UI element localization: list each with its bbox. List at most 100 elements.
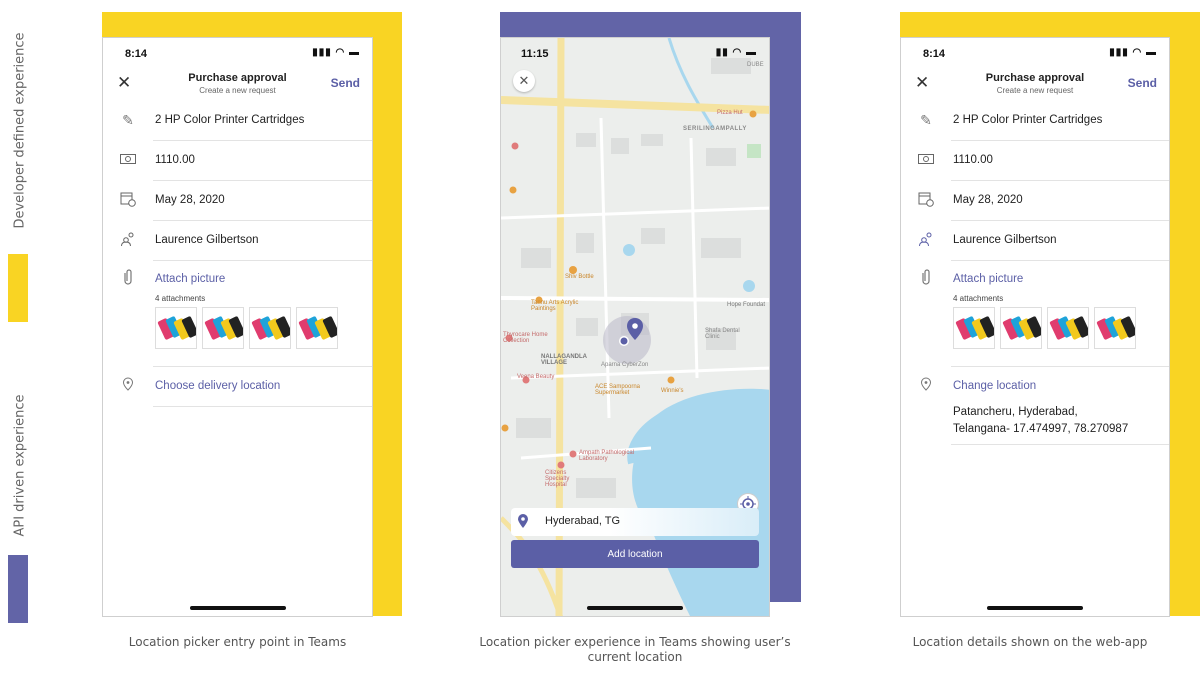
form-header: ✕ Purchase approval Create a new request… <box>901 66 1169 100</box>
map-label: ACE Sampoorna Supermarket <box>595 384 641 396</box>
paperclip-icon <box>917 269 935 287</box>
attach-field[interactable]: Attach picture 4 attachments <box>103 261 372 367</box>
phone3-caption: Location details shown on the web-app <box>912 635 1148 649</box>
phone1-screen: 8:14 ▮▮▮ ◠ ▬ ✕ Purchase approval Create … <box>102 37 373 617</box>
attachment-thumbnail[interactable] <box>1047 307 1089 349</box>
api-driven-label: API driven experience <box>12 393 28 537</box>
close-icon[interactable]: ✕ <box>513 70 535 92</box>
attachment-thumbnail[interactable] <box>249 307 291 349</box>
attach-field[interactable]: Attach picture 4 attachments <box>901 261 1169 367</box>
api-driven-bar <box>8 555 28 623</box>
api-driven-label-container: API driven experience <box>0 385 40 545</box>
attachment-thumbnail[interactable] <box>296 307 338 349</box>
people-icon <box>119 231 137 249</box>
map-label: Veena Beauty <box>517 374 555 380</box>
date-field[interactable]: May 28, 2020 <box>901 181 1169 221</box>
person-value: Laurence Gilbertson <box>155 234 259 246</box>
status-bar: 8:14 ▮▮▮ ◠ ▬ <box>901 38 1169 66</box>
people-icon <box>917 231 935 249</box>
attachment-thumbnail[interactable] <box>953 307 995 349</box>
status-time: 8:14 <box>125 48 148 60</box>
amount-value: 1110.00 <box>953 154 993 166</box>
phone2-caption: Location picker experience in Teams show… <box>479 635 791 664</box>
choose-location-link[interactable]: Choose delivery location <box>155 380 280 392</box>
status-bar: 8:14 ▮▮▮ ◠ ▬ <box>103 38 372 66</box>
attach-picture-link[interactable]: Attach picture <box>953 273 1023 285</box>
person-value: Laurence Gilbertson <box>953 234 1057 246</box>
divider <box>153 406 372 407</box>
item-value: 2 HP Color Printer Cartridges <box>155 114 305 126</box>
map-label: NALLAGANDLA VILLAGE <box>541 354 587 366</box>
address-line-1: Patancheru, Hyderabad, <box>953 406 1078 418</box>
amount-field[interactable]: 1110.00 <box>103 141 372 181</box>
map-label: Thyrocare Home Collection <box>503 332 548 344</box>
current-location-text: Hyderabad, TG <box>545 515 621 527</box>
money-icon <box>119 151 137 169</box>
change-location-link[interactable]: Change location <box>953 380 1036 392</box>
developer-defined-label: Developer defined experience <box>12 31 28 229</box>
add-location-button[interactable]: Add location <box>511 540 759 568</box>
attachment-count: 4 attachments <box>155 294 206 303</box>
phone3-screen: 8:14 ▮▮▮ ◠ ▬ ✕ Purchase approval Create … <box>900 37 1170 617</box>
divider <box>951 444 1169 445</box>
map-label: Pizza Hut <box>717 110 743 116</box>
item-value: 2 HP Color Printer Cartridges <box>953 114 1103 126</box>
attachment-count: 4 attachments <box>953 294 1004 303</box>
send-button[interactable]: Send <box>1128 76 1157 90</box>
map-label: Tannu Arts Acrylic Paintings <box>531 300 579 312</box>
signal-wifi-battery-icon: ▮▮ ◠ ▬ <box>715 47 757 58</box>
signal-wifi-battery-icon: ▮▮▮ ◠ ▬ <box>1109 47 1157 58</box>
status-time: 11:15 <box>521 48 549 60</box>
location-pin-icon <box>517 513 529 529</box>
map-label: Shiv Bottle <box>565 274 594 280</box>
attachment-thumbnail[interactable] <box>1000 307 1042 349</box>
person-field[interactable]: Laurence Gilbertson <box>901 221 1169 261</box>
phone1-caption: Location picker entry point in Teams <box>128 635 347 649</box>
send-button[interactable]: Send <box>331 76 360 90</box>
paperclip-icon <box>119 269 137 287</box>
phone2-screen: SERILINGAMPALLY Pizza Hut Shiv Bottle Ta… <box>500 37 770 617</box>
amount-value: 1110.00 <box>155 154 195 166</box>
attachment-thumbnail[interactable] <box>1094 307 1136 349</box>
map-label: Ampath Pathological Laboratory <box>579 450 635 462</box>
pencil-icon: ✎ <box>920 112 932 128</box>
form-header: ✕ Purchase approval Create a new request… <box>103 66 372 100</box>
date-value: May 28, 2020 <box>953 194 1023 206</box>
home-indicator <box>987 606 1083 610</box>
person-field[interactable]: Laurence Gilbertson <box>103 221 372 261</box>
attach-picture-link[interactable]: Attach picture <box>155 273 225 285</box>
map-label: Aparna CyberZon <box>601 362 649 368</box>
signal-wifi-battery-icon: ▮▮▮ ◠ ▬ <box>312 47 360 58</box>
address-line-2: Telangana- 17.474997, 78.270987 <box>953 423 1129 435</box>
attachment-thumbnail[interactable] <box>155 307 197 349</box>
screenshot-root: Developer defined experience API driven … <box>0 0 1200 679</box>
pencil-icon: ✎ <box>122 112 134 128</box>
map-label: SERILINGAMPALLY <box>683 126 747 132</box>
calendar-clock-icon <box>917 191 935 209</box>
item-field[interactable]: ✎ 2 HP Color Printer Cartridges <box>901 101 1169 141</box>
location-pin-icon <box>917 377 935 395</box>
money-icon <box>917 151 935 169</box>
location-field[interactable]: Change location Patancheru, Hyderabad, T… <box>901 367 1169 445</box>
home-indicator <box>189 606 286 610</box>
attachment-thumbnail[interactable] <box>202 307 244 349</box>
map-label: Winnie's <box>661 388 684 394</box>
amount-field[interactable]: 1110.00 <box>901 141 1169 181</box>
attachment-thumbnails <box>953 307 1136 349</box>
developer-defined-label-container: Developer defined experience <box>0 10 40 250</box>
location-bottom-sheet: Hyderabad, TG Add location <box>501 508 769 616</box>
location-pin-icon <box>119 377 137 395</box>
map-label: Citizens Specialty Hospital <box>545 470 570 488</box>
location-field[interactable]: Choose delivery location <box>103 367 372 407</box>
calendar-clock-icon <box>119 191 137 209</box>
status-bar: 11:15 ▮▮ ◠ ▬ <box>501 38 769 66</box>
home-indicator <box>587 606 683 610</box>
date-value: May 28, 2020 <box>155 194 225 206</box>
developer-defined-bar <box>8 254 28 322</box>
item-field[interactable]: ✎ 2 HP Color Printer Cartridges <box>103 101 372 141</box>
attachment-thumbnails <box>155 307 338 349</box>
current-location-row: Hyderabad, TG <box>511 508 759 536</box>
date-field[interactable]: May 28, 2020 <box>103 181 372 221</box>
status-time: 8:14 <box>923 48 946 60</box>
map-label: Hope Foundat <box>727 302 766 308</box>
